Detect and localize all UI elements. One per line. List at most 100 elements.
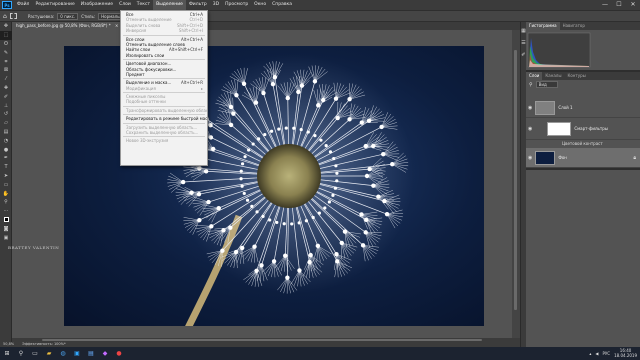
task-view-icon[interactable]: ▭	[28, 347, 42, 360]
seed-tuft	[263, 132, 267, 137]
eraser-tool-icon[interactable]: ▱	[0, 119, 12, 128]
seed-tuft	[320, 97, 326, 103]
eye-icon[interactable]: ◉	[528, 155, 532, 161]
network-icon[interactable]: ▴	[589, 351, 591, 356]
layers-panel: Слои Каналы Контуры ⚲ Вид ◉ Слой 1 ◉ Сма…	[526, 72, 640, 170]
canvas-area[interactable]	[12, 30, 520, 338]
feather-input[interactable]: 0 пикс.	[57, 12, 79, 20]
select-menu-item[interactable]: Предмет	[121, 72, 207, 77]
quick-mask-icon[interactable]: ◙	[0, 224, 12, 233]
more-tools-icon[interactable]: ⋯	[0, 207, 12, 216]
volume-icon[interactable]: ◀	[595, 351, 598, 356]
maximize-button[interactable]: ☐	[612, 0, 626, 10]
marquee-tool-icon[interactable]	[9, 13, 17, 19]
gradient-tool-icon[interactable]: ▤	[0, 128, 12, 137]
tab-paths[interactable]: Контуры	[564, 72, 588, 80]
hand-tool-icon[interactable]: ✋	[0, 189, 12, 198]
seed-tuft	[234, 92, 239, 98]
seed-tuft	[242, 191, 246, 196]
color-swatches-icon[interactable]	[0, 216, 12, 225]
seed-tuft	[292, 126, 296, 130]
tab-layers[interactable]: Слои	[526, 72, 543, 80]
eye-icon[interactable]: ◉	[528, 105, 532, 111]
history-brush-icon[interactable]: ↺	[0, 110, 12, 119]
frame-tool-icon[interactable]: ⊠	[0, 66, 12, 75]
select-menu-item[interactable]: Изолировать слои	[121, 53, 207, 58]
menu-edit[interactable]: Редактирование	[32, 0, 77, 10]
seed-tuft	[315, 243, 321, 249]
seed-tuft	[259, 263, 264, 268]
pen-tool-icon[interactable]: ✒	[0, 154, 12, 163]
select-menu-item[interactable]: Редактировать в режиме быстрой маски	[121, 116, 207, 121]
menu-item-label: Все	[126, 12, 134, 17]
brush-tool-icon[interactable]: ✐	[0, 92, 12, 101]
vertical-scrollbar[interactable]	[512, 30, 520, 338]
menu-view[interactable]: Просмотр	[222, 0, 251, 10]
seed-tuft	[316, 103, 321, 108]
seed-tuft	[228, 225, 233, 230]
menu-item-label: Все слои	[126, 36, 145, 42]
language-indicator[interactable]: РУС	[602, 351, 610, 356]
layer-row[interactable]: ◉ Смарт-фильтры	[526, 118, 640, 140]
blur-tool-icon[interactable]: ◔	[0, 136, 12, 145]
layer-row-background[interactable]: ◉ Фон 🔒︎	[526, 148, 640, 168]
menu-file[interactable]: Файл	[14, 0, 32, 10]
layer-row[interactable]: ◉ Слой 1	[526, 98, 640, 118]
lock-icon[interactable]: 🔒︎	[633, 155, 636, 161]
menu-layers[interactable]: Слои	[116, 0, 134, 10]
lasso-tool-icon[interactable]: ʘ	[0, 40, 12, 49]
seed-tuft	[216, 205, 221, 211]
seed-tuft	[203, 169, 209, 174]
menu-help[interactable]: Справка	[269, 0, 295, 10]
type-tool-icon[interactable]: T	[0, 163, 12, 172]
close-tab-icon[interactable]: ×	[115, 23, 118, 28]
zoom-tool-icon[interactable]: ⚲	[0, 198, 12, 207]
home-icon[interactable]: ⌂	[3, 13, 7, 20]
start-icon[interactable]: ⊞	[0, 347, 14, 360]
seed-tuft	[277, 127, 281, 131]
dodge-tool-icon[interactable]: ●	[0, 145, 12, 154]
screen-mode-icon[interactable]: ▣	[0, 233, 12, 242]
minimize-button[interactable]: —	[598, 0, 612, 10]
filter-entry[interactable]: Цветовой контраст	[526, 140, 640, 148]
document-tab[interactable]: high_pass_before.jpg @ 50,8% (Фон, RGB/8…	[12, 22, 123, 30]
app-taskbar-icon[interactable]: ◆	[98, 347, 112, 360]
seed-tuft	[208, 122, 213, 128]
menu-type[interactable]: Текст	[134, 0, 153, 10]
layer-kind-select[interactable]: Вид	[535, 81, 558, 88]
eye-icon[interactable]: ◉	[528, 126, 532, 132]
menu-select[interactable]: Выделение	[153, 0, 186, 10]
menu-image[interactable]: Изображение	[78, 0, 116, 10]
browser-icon[interactable]: ◍	[56, 347, 70, 360]
rect-marquee-tool-icon[interactable]: ⬚	[0, 30, 12, 40]
path-select-tool-icon[interactable]: ➤	[0, 172, 12, 181]
photoshop-taskbar-icon[interactable]: ▣	[70, 347, 84, 360]
clock[interactable]: 16:40 18.04.2019	[614, 348, 637, 358]
stamp-tool-icon[interactable]: ⊥	[0, 101, 12, 110]
layer-name: Слой 1	[558, 105, 573, 110]
tab-navigator[interactable]: Навигатор	[560, 22, 588, 30]
menu-3d[interactable]: 3D	[210, 0, 222, 10]
search-icon[interactable]: ⚲	[14, 347, 28, 360]
seed-tuft	[384, 211, 390, 217]
seed-tuft	[306, 130, 310, 134]
menu-item-label: Отменить выделение	[126, 17, 172, 23]
shape-tool-icon[interactable]: ▭	[0, 180, 12, 189]
menu-window[interactable]: Окно	[251, 0, 269, 10]
photoshop-window: Ps Файл Редактирование Изображение Слои …	[0, 0, 640, 360]
seed-tuft	[290, 222, 294, 226]
menu-filter[interactable]: Фильтр	[186, 0, 210, 10]
tab-channels[interactable]: Каналы	[542, 72, 564, 80]
crop-tool-icon[interactable]: ⌗	[0, 57, 12, 66]
eyedropper-tool-icon[interactable]: ⁄	[0, 75, 12, 84]
tools-panel: ✥ ⬚ ʘ ✎ ⌗ ⊠ ⁄ ✚ ✐ ⊥ ↺ ▱ ▤ ◔ ● ✒ T ➤ ▭ ✋ …	[0, 22, 12, 345]
healing-tool-icon[interactable]: ✚	[0, 84, 12, 93]
app-taskbar-icon[interactable]: ●	[112, 347, 126, 360]
close-button[interactable]: ✕	[626, 0, 640, 10]
tab-histogram[interactable]: Гистограмма	[526, 22, 560, 30]
menu-separator	[123, 59, 205, 61]
explorer-icon[interactable]: ▰	[42, 347, 56, 360]
quick-select-tool-icon[interactable]: ✎	[0, 48, 12, 57]
lightroom-taskbar-icon[interactable]: ▤	[84, 347, 98, 360]
move-tool-icon[interactable]: ✥	[0, 22, 12, 31]
